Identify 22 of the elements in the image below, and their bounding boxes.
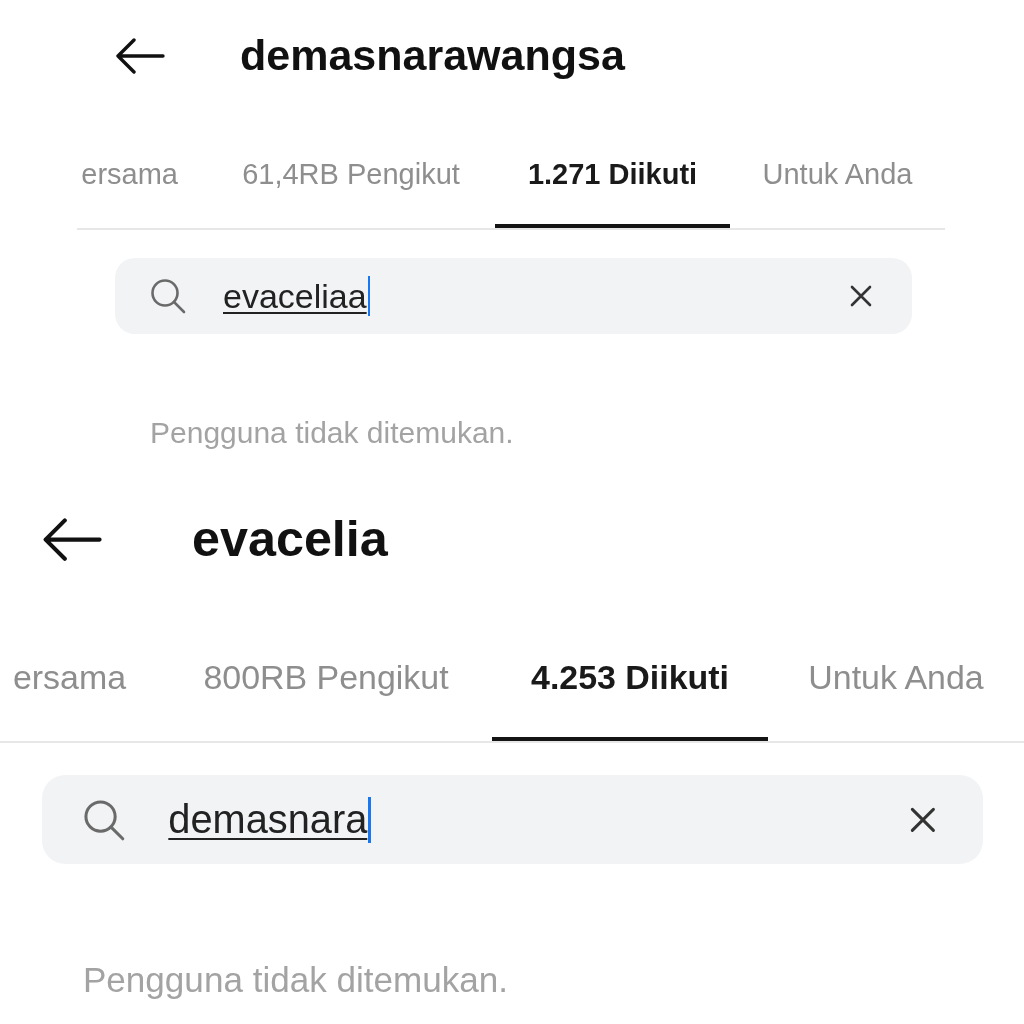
tab[interactable]: 1.271 Diikuti xyxy=(495,124,730,228)
tab[interactable]: ersama xyxy=(77,124,207,228)
search-icon xyxy=(82,798,126,841)
close-icon[interactable] xyxy=(850,285,872,307)
tab[interactable]: 4.253 Diikuti xyxy=(492,619,768,741)
tab[interactable]: 61,4RB Pengikut xyxy=(207,124,495,228)
tab[interactable]: Untuk Anda xyxy=(768,619,1024,741)
search-field[interactable]: evaceliaa xyxy=(115,258,912,334)
tab[interactable]: 800RB Pengikut xyxy=(160,619,492,741)
back-icon[interactable] xyxy=(42,517,102,562)
back-icon[interactable] xyxy=(115,38,165,74)
search-query-text: demasnara xyxy=(168,796,368,844)
tab[interactable]: ersama xyxy=(0,619,160,741)
profile-username: demasnarawangsa xyxy=(240,30,625,82)
search-icon xyxy=(150,278,186,314)
empty-result-message: Pengguna tidak ditemukan. xyxy=(150,415,514,451)
empty-result-message: Pengguna tidak ditemukan. xyxy=(82,959,509,1002)
tab[interactable]: Untuk Anda xyxy=(730,124,945,228)
close-icon[interactable] xyxy=(910,807,937,833)
search-query-text: evaceliaa xyxy=(223,275,367,317)
search-field[interactable]: demasnara xyxy=(42,775,983,865)
profile-username: evacelia xyxy=(192,509,388,570)
